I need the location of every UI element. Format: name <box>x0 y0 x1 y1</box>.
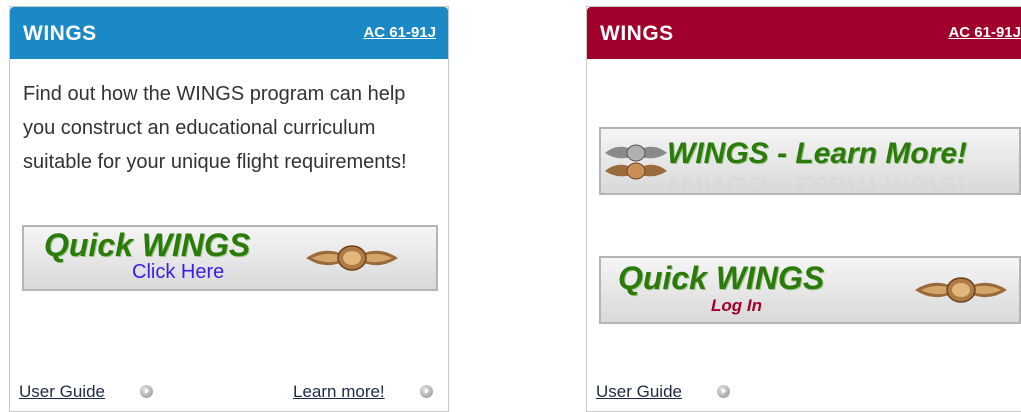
learn-more-reflection: WINGS - Learn More! <box>667 170 968 195</box>
user-guide-arrow-icon[interactable] <box>140 385 153 398</box>
wings-panel-red: WINGS AC 61-91J WINGS - Learn More! WING… <box>586 6 1021 412</box>
panel-title: WINGS <box>23 22 97 45</box>
quick-wings-title: Quick WINGS <box>44 227 251 263</box>
panel-description: Find out how the WINGS program can help … <box>23 83 407 173</box>
wings-badge-icon <box>306 245 398 271</box>
quick-wings-click-here-button[interactable]: Quick WINGS Click Here <box>22 225 438 291</box>
user-guide-link[interactable]: User Guide <box>19 382 105 402</box>
learn-more-arrow-icon[interactable] <box>420 385 433 398</box>
panel-header: WINGS AC 61-91J <box>587 7 1021 59</box>
click-here-label: Click Here <box>132 261 225 283</box>
wings-learn-more-button[interactable]: WINGS - Learn More! WINGS - Learn More! <box>599 127 1021 195</box>
wings-badge-icon <box>605 144 667 180</box>
wings-badge-icon <box>915 277 1007 303</box>
quick-wings-log-in-button[interactable]: Quick WINGS Log In <box>599 256 1021 324</box>
user-guide-arrow-icon[interactable] <box>717 385 730 398</box>
learn-more-link[interactable]: Learn more! <box>293 382 385 402</box>
learn-more-banner-text: WINGS - Learn More! <box>667 137 968 170</box>
panel-title: WINGS <box>600 22 674 45</box>
panel-header: WINGS AC 61-91J <box>10 7 448 59</box>
quick-wings-title: Quick WINGS <box>618 260 825 296</box>
user-guide-link[interactable]: User Guide <box>596 382 682 402</box>
wings-panel-blue: WINGS AC 61-91J Find out how the WINGS p… <box>9 6 449 412</box>
ac-61-91j-link[interactable]: AC 61-91J <box>363 24 436 41</box>
log-in-label: Log In <box>711 296 762 315</box>
ac-61-91j-link[interactable]: AC 61-91J <box>948 24 1021 41</box>
